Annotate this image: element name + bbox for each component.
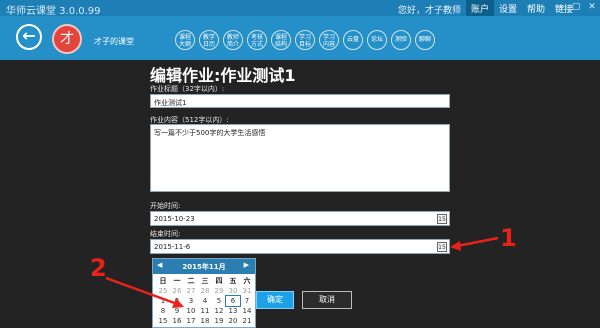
- start-time-input[interactable]: 2015-10-23 15: [150, 211, 450, 226]
- cancel-button[interactable]: 取消: [302, 291, 352, 309]
- calendar-day[interactable]: 3: [184, 296, 198, 306]
- calendar-day[interactable]: 6: [225, 295, 241, 307]
- annotation-arrow-1: [451, 236, 499, 249]
- calendar-day[interactable]: 31: [240, 286, 254, 296]
- calendar-day[interactable]: 1: [156, 296, 170, 306]
- weekday-header: 五: [229, 277, 237, 285]
- minimize-icon[interactable]: —: [554, 1, 566, 13]
- calendar-day[interactable]: 7: [240, 296, 254, 306]
- next-month-icon[interactable]: ▶: [244, 261, 249, 269]
- calendar-day[interactable]: 19: [212, 316, 226, 326]
- end-time-label: 结束时间:: [150, 230, 181, 238]
- weekday-header: 四: [215, 277, 223, 285]
- date-picker-grid: 日一二三四五六 25 26 27 28 29 30 31 1 2 3 4 5 6 7 8 9 10 11 12 13 14…: [153, 274, 255, 326]
- course-nav-button[interactable]: 课程 结构: [271, 30, 291, 50]
- date-picker-header: ◀ 2015年11月 ▶: [153, 259, 255, 274]
- calendar-day[interactable]: 30: [226, 286, 240, 296]
- calendar-day[interactable]: 11: [198, 306, 212, 316]
- calendar-day[interactable]: 18: [198, 316, 212, 326]
- calendar-day[interactable]: 25: [156, 286, 170, 296]
- calendar-day[interactable]: 15: [156, 316, 170, 326]
- calendar-day[interactable]: 9: [170, 306, 184, 316]
- nav-settings[interactable]: 设置: [494, 0, 522, 16]
- end-time-input[interactable]: 2015-11-6 15: [150, 239, 450, 254]
- start-time-label: 开始时间:: [150, 202, 181, 210]
- calendar-day[interactable]: 12: [212, 306, 226, 316]
- app-title: 华师云课堂 3.0.0.99: [6, 6, 101, 17]
- annotation-arrowhead-1: [450, 241, 461, 251]
- calendar-day[interactable]: 10: [184, 306, 198, 316]
- course-nav-button[interactable]: 论坛: [367, 30, 387, 50]
- course-nav-button[interactable]: 教学 日历: [199, 30, 219, 50]
- calendar-day[interactable]: 21: [240, 316, 254, 326]
- course-nav-button[interactable]: 云盘: [343, 30, 363, 50]
- window-controls: — ▢ ✕: [554, 1, 598, 13]
- annotation-number-1: 1: [500, 224, 517, 252]
- course-avatar: 才: [52, 24, 82, 54]
- calendar-day[interactable]: 29: [212, 286, 226, 296]
- course-nav-button[interactable]: 教师 简介: [223, 30, 243, 50]
- course-nav: 课程 大纲 教学 日历 教师 简介 考核 方式 课程 结构 学习 目标 学习 内容 云盘 论坛测…: [175, 30, 435, 50]
- course-nav-button[interactable]: 聊聊: [415, 30, 435, 50]
- title-input[interactable]: 作业测试1: [150, 94, 450, 108]
- calendar-day[interactable]: 4: [198, 296, 212, 306]
- nav-help[interactable]: 帮助: [522, 0, 550, 16]
- content-textarea[interactable]: 写一篇不少于500字的大学生活感悟: [150, 124, 450, 192]
- date-picker: ◀ 2015年11月 ▶ 日一二三四五六 25 26 27 28 29 30 31 1 2 3 4 5 6…: [152, 258, 256, 328]
- calendar-day[interactable]: 17: [184, 316, 198, 326]
- title-bar: 华师云课堂 3.0.0.99 您好，才子教师 账户 设置 帮助 链接 — ▢ ✕: [0, 0, 600, 17]
- weekday-header: 日: [159, 277, 167, 285]
- maximize-icon[interactable]: ▢: [570, 1, 582, 13]
- weekday-header: 二: [187, 277, 195, 285]
- calendar-day[interactable]: 14: [240, 306, 254, 316]
- course-nav-button[interactable]: 学习 内容: [319, 30, 339, 50]
- course-nav-button[interactable]: 测验: [391, 30, 411, 50]
- date-picker-title[interactable]: 2015年11月: [153, 262, 255, 272]
- course-nav-button[interactable]: 学习 目标: [295, 30, 315, 50]
- nav-account[interactable]: 账户: [466, 0, 495, 16]
- greeting-text: 您好，才子教师: [398, 6, 462, 16]
- calendar-icon[interactable]: 15: [437, 214, 447, 224]
- weekday-header: 六: [243, 277, 251, 285]
- title-label: 作业标题（32字以内）:: [150, 85, 225, 93]
- calendar-icon[interactable]: 15: [437, 242, 447, 252]
- annotation-number-2: 2: [90, 254, 107, 282]
- calendar-day[interactable]: 13: [226, 306, 240, 316]
- page-title: 编辑作业:作业测试1: [150, 66, 296, 85]
- course-nav-button[interactable]: 考核 方式: [247, 30, 267, 50]
- confirm-button[interactable]: 确定: [256, 291, 294, 309]
- start-time-value: 2015-10-23: [154, 215, 195, 223]
- course-title: 才子的课堂: [94, 37, 134, 46]
- end-time-value: 2015-11-6: [154, 243, 191, 251]
- calendar-day[interactable]: 5: [212, 296, 226, 306]
- calendar-day[interactable]: 26: [170, 286, 184, 296]
- weekday-header: 一: [173, 277, 181, 285]
- calendar-day[interactable]: 8: [156, 306, 170, 316]
- calendar-day[interactable]: 27: [184, 286, 198, 296]
- course-nav-button[interactable]: 课程 大纲: [175, 30, 195, 50]
- calendar-day[interactable]: 16: [170, 316, 184, 326]
- calendar-day[interactable]: 28: [198, 286, 212, 296]
- calendar-day[interactable]: 2: [170, 296, 184, 306]
- back-arrow-icon: ←: [22, 26, 36, 45]
- calendar-day[interactable]: 20: [226, 316, 240, 326]
- app-window: { "window": { "title": "华师云课堂 3.0.0.99",…: [0, 0, 600, 328]
- back-button[interactable]: ←: [16, 24, 42, 50]
- weekday-header: 三: [201, 277, 209, 285]
- close-icon[interactable]: ✕: [586, 1, 598, 13]
